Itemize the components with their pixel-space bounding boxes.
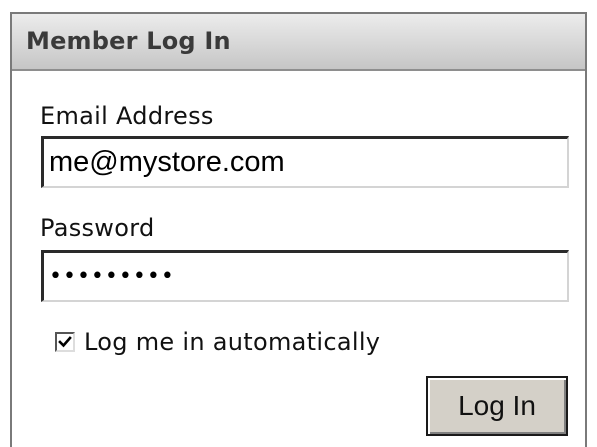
member-login-panel: Member Log In Email Address Password Log… [10, 12, 587, 447]
panel-header: Member Log In [12, 14, 585, 71]
remember-me-label: Log me in automatically [84, 328, 381, 356]
email-field[interactable] [41, 136, 569, 188]
remember-me-checkbox[interactable] [55, 332, 75, 352]
log-in-button[interactable]: Log In [426, 376, 568, 436]
email-label: Email Address [40, 102, 214, 130]
password-field[interactable] [41, 250, 569, 302]
panel-title: Member Log In [26, 27, 231, 55]
remember-me-row[interactable]: Log me in automatically [55, 328, 380, 356]
checkmark-icon [58, 336, 72, 348]
password-label: Password [40, 214, 155, 242]
